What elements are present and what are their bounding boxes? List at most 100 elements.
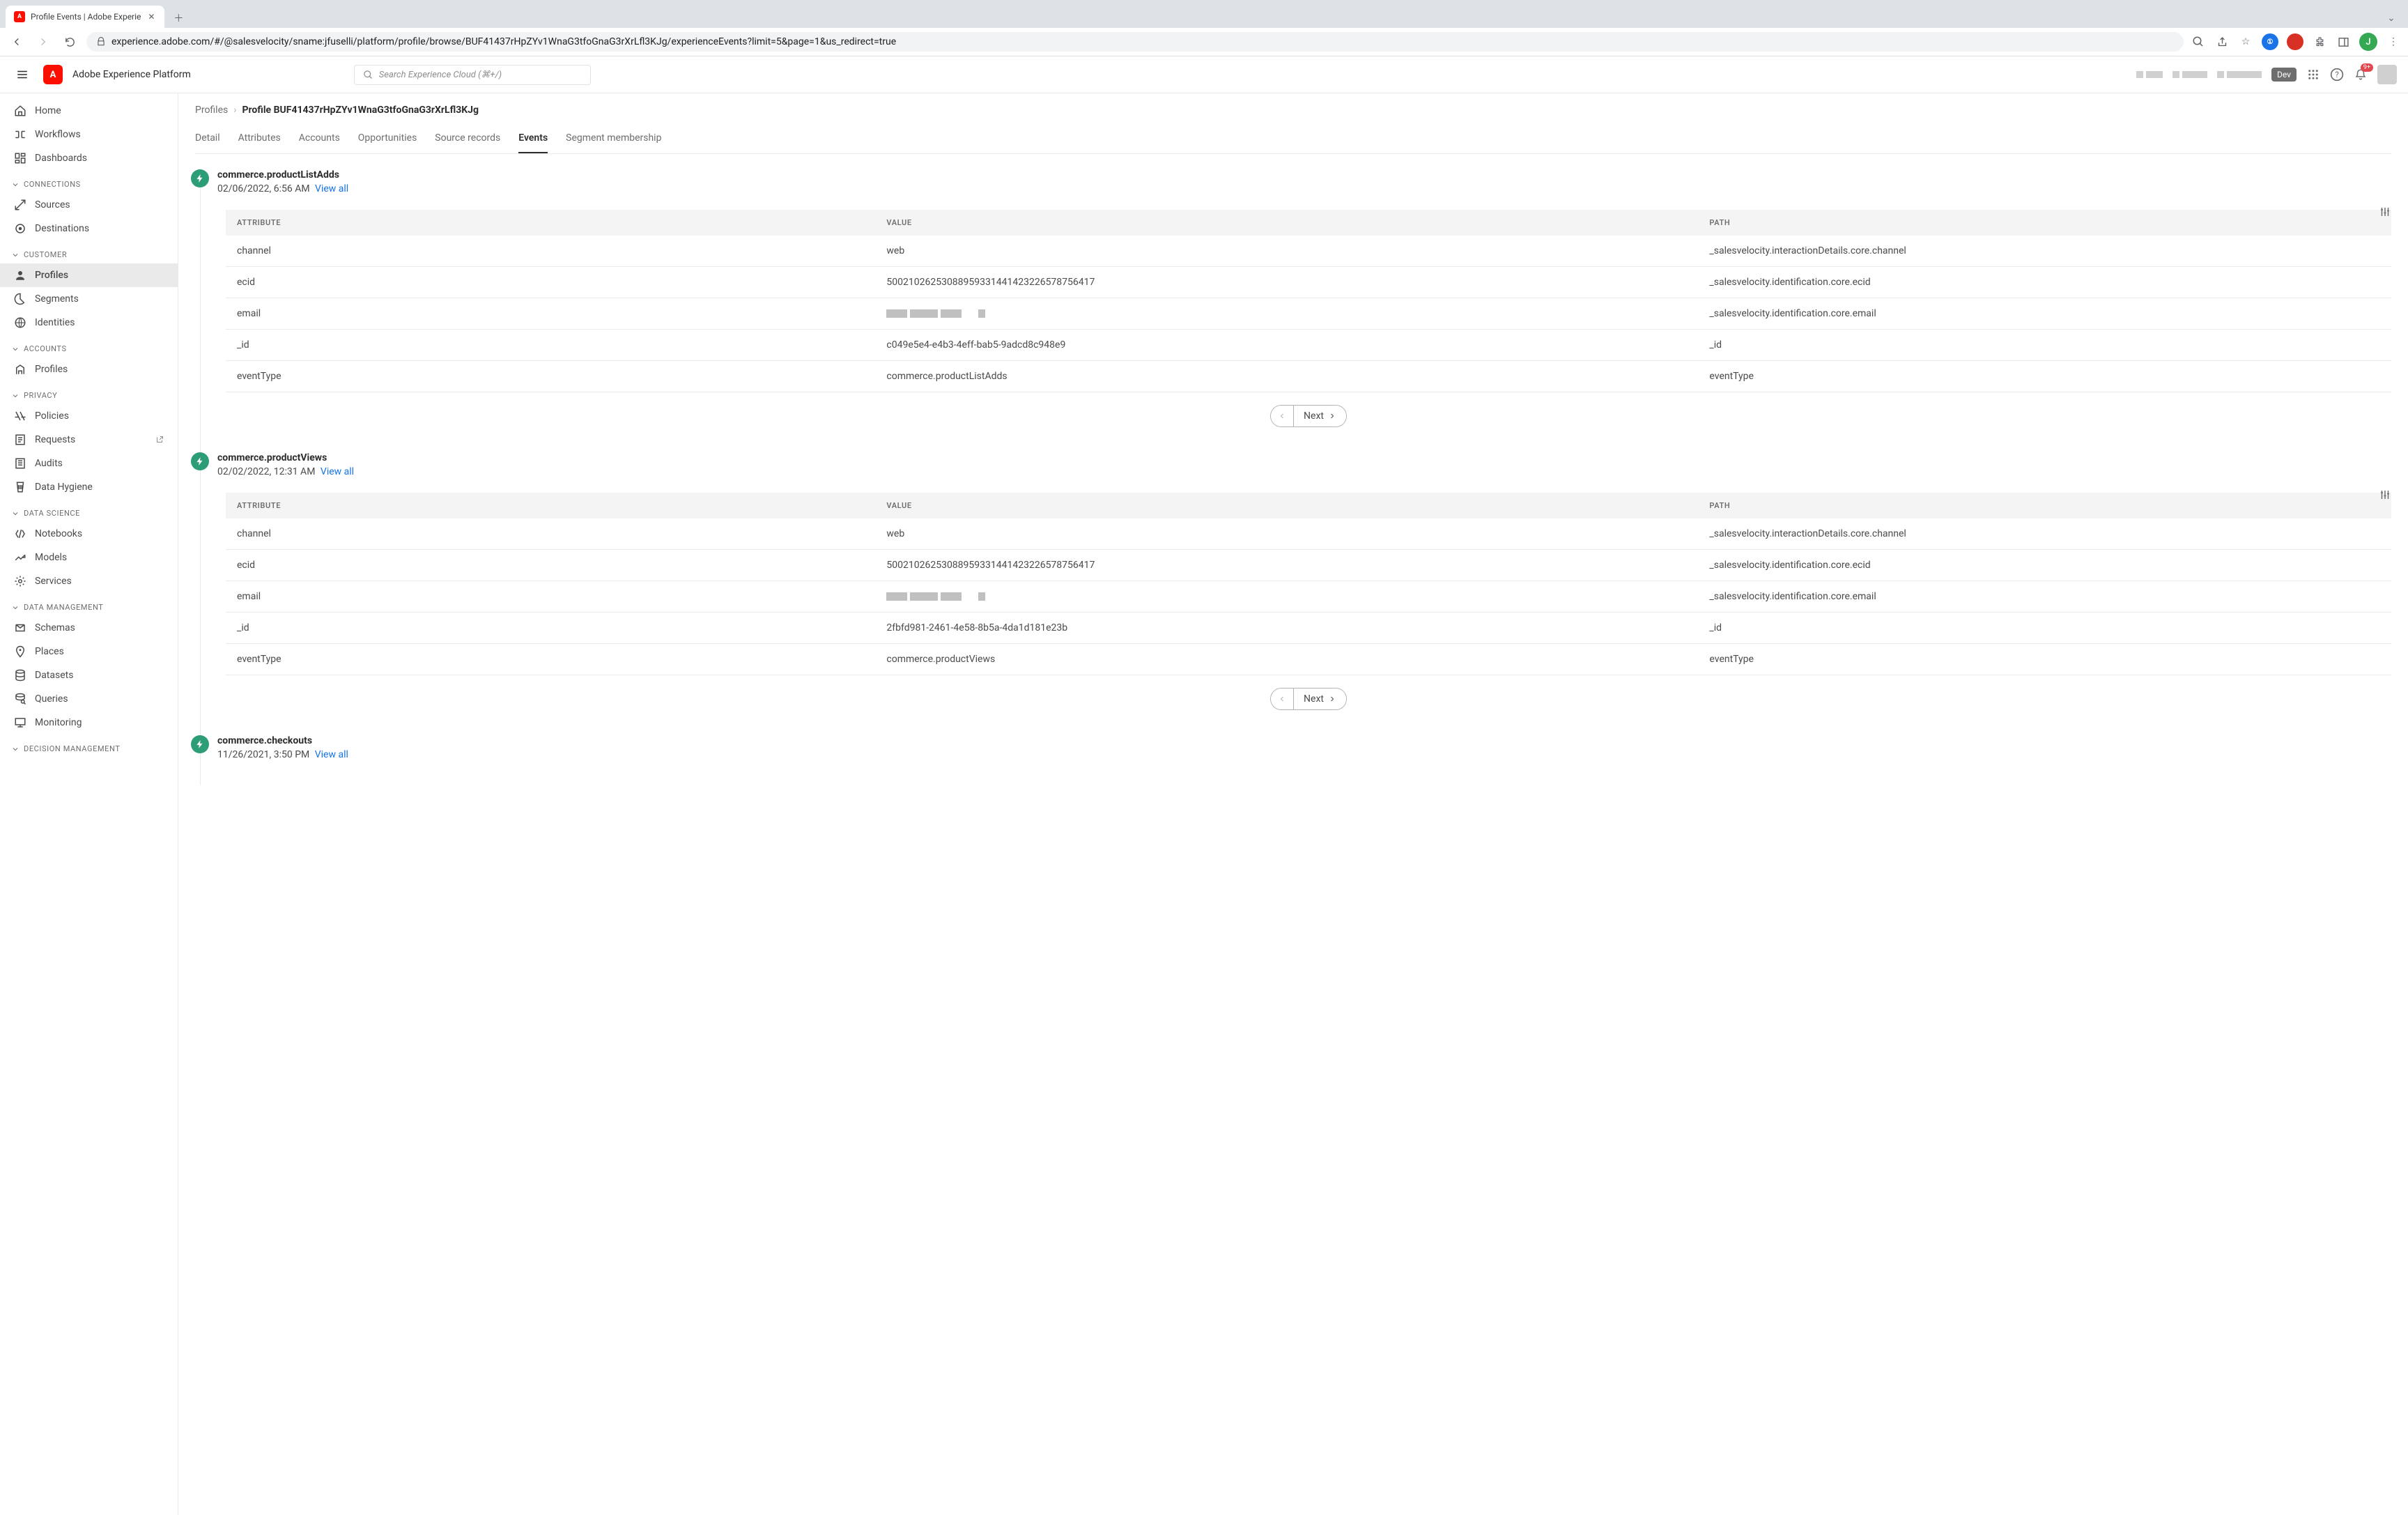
table-row: eventType commerce.productListAdds event… <box>226 361 2391 392</box>
cell-path: _id <box>1698 613 2391 644</box>
url-text: experience.adobe.com/#/@salesvelocity/sn… <box>111 36 896 47</box>
sidebar-item-identities[interactable]: Identities <box>0 311 178 334</box>
sidebar-item-label: Data Hygiene <box>35 482 93 493</box>
event-timestamp: 11/26/2021, 3:50 PM <box>217 749 309 760</box>
sidebar-item-segments[interactable]: Segments <box>0 287 178 311</box>
sidebar-item-home[interactable]: Home <box>0 99 178 123</box>
zoom-icon[interactable] <box>2191 34 2206 49</box>
sidebar-section-connections[interactable]: CONNECTIONS <box>0 170 178 193</box>
tab-attributes[interactable]: Attributes <box>238 127 281 153</box>
sidebar-item-services[interactable]: Services <box>0 569 178 593</box>
help-icon[interactable]: ? <box>2330 68 2344 82</box>
sidebar-item-schemas[interactable]: Schemas <box>0 616 178 640</box>
sidebar-item-workflows[interactable]: Workflows <box>0 123 178 146</box>
schemas-icon <box>14 622 26 634</box>
tab-segment-membership[interactable]: Segment membership <box>566 127 661 153</box>
sidebar-item-sources[interactable]: Sources <box>0 193 178 217</box>
sidebar-item-label: Destinations <box>35 223 89 234</box>
share-icon[interactable] <box>2214 34 2230 49</box>
extension-icon[interactable] <box>2287 33 2303 50</box>
apps-icon[interactable] <box>2306 68 2320 82</box>
notifications-icon[interactable]: 9+ <box>2354 68 2368 82</box>
tab-overflow-icon[interactable] <box>2380 11 2402 28</box>
tab-detail[interactable]: Detail <box>195 127 220 153</box>
next-label: Next <box>1304 693 1324 705</box>
prev-button[interactable] <box>1271 406 1294 426</box>
sidebar-item-data-hygiene[interactable]: Data Hygiene <box>0 475 178 499</box>
tab-accounts[interactable]: Accounts <box>299 127 340 153</box>
tab-favicon <box>14 11 25 22</box>
sidebar-item-audits[interactable]: Audits <box>0 452 178 475</box>
next-button[interactable]: Next <box>1294 406 1346 426</box>
home-icon <box>14 105 26 117</box>
sidebar-section-decision-management[interactable]: DECISION MANAGEMENT <box>0 735 178 758</box>
sidebar-item-profiles[interactable]: Profiles <box>0 357 178 381</box>
new-tab-button[interactable]: ＋ <box>169 8 188 28</box>
url-field[interactable]: experience.adobe.com/#/@salesvelocity/sn… <box>86 32 2184 52</box>
places-icon <box>14 645 26 658</box>
tab-source-records[interactable]: Source records <box>435 127 500 153</box>
sidebar-section-data-science[interactable]: DATA SCIENCE <box>0 499 178 522</box>
sidebar-item-queries[interactable]: Queries <box>0 687 178 711</box>
pagination: Next <box>226 688 2391 710</box>
chevron-down-icon <box>11 392 20 400</box>
breadcrumb-current: Profile BUF41437rHpZYv1WnaG3tfoGnaG3rXrL… <box>242 105 479 116</box>
sidebar-item-requests[interactable]: Requests <box>0 428 178 452</box>
tab-opportunities[interactable]: Opportunities <box>358 127 417 153</box>
sidebar-section-title: ACCOUNTS <box>24 344 67 353</box>
sidebar-item-datasets[interactable]: Datasets <box>0 663 178 687</box>
extension-icon[interactable]: ① <box>2262 33 2278 50</box>
side-panel-icon[interactable] <box>2336 34 2351 49</box>
extensions-icon[interactable] <box>2312 34 2327 49</box>
prev-button[interactable] <box>1271 689 1294 709</box>
destinations-icon <box>14 222 26 235</box>
view-all-link[interactable]: View all <box>315 749 348 760</box>
cell-path: eventType <box>1698 644 2391 675</box>
sidebar-item-places[interactable]: Places <box>0 640 178 663</box>
column-settings-icon[interactable] <box>2379 489 2391 501</box>
menu-icon[interactable]: ⋮ <box>2386 34 2401 49</box>
sidebar-item-label: Sources <box>35 199 70 210</box>
forward-button[interactable] <box>33 32 53 52</box>
sidebar-item-profiles[interactable]: Profiles <box>0 263 178 287</box>
close-tab-icon[interactable]: ✕ <box>146 12 156 22</box>
next-button[interactable]: Next <box>1294 689 1346 709</box>
view-all-link[interactable]: View all <box>315 183 348 194</box>
bookmark-icon[interactable]: ☆ <box>2238 34 2253 49</box>
sidebar-item-destinations[interactable]: Destinations <box>0 217 178 240</box>
identities-icon <box>14 316 26 329</box>
sidebar-item-models[interactable]: Models <box>0 546 178 569</box>
sidebar-section-customer[interactable]: CUSTOMER <box>0 240 178 263</box>
sidebar-item-dashboards[interactable]: Dashboards <box>0 146 178 170</box>
user-avatar[interactable] <box>2377 65 2397 84</box>
cell-path: _salesvelocity.identification.core.email <box>1698 581 2391 613</box>
profile-tabs: Detail Attributes Accounts Opportunities Sou… <box>195 127 2391 154</box>
sidebar-item-monitoring[interactable]: Monitoring <box>0 711 178 735</box>
sidebar-item-notebooks[interactable]: Notebooks <box>0 522 178 546</box>
breadcrumb-parent[interactable]: Profiles <box>195 105 228 116</box>
nav-toggle-button[interactable] <box>11 63 33 86</box>
reload-button[interactable] <box>60 32 79 52</box>
sidebar-item-label: Schemas <box>35 622 75 633</box>
view-all-link[interactable]: View all <box>321 466 354 477</box>
sidebar-item-label: Queries <box>35 693 68 705</box>
profile-avatar[interactable]: J <box>2359 33 2377 51</box>
lock-icon <box>96 37 106 47</box>
event-meta: 02/02/2022, 12:31 AM View all <box>217 466 2391 477</box>
tab-events[interactable]: Events <box>518 127 548 153</box>
chevron-right-icon: › <box>233 105 236 116</box>
browser-chrome: Profile Events | Adobe Experie ✕ ＋ exper… <box>0 0 2408 56</box>
sidebar-section-accounts[interactable]: ACCOUNTS <box>0 334 178 357</box>
back-button[interactable] <box>7 32 26 52</box>
search-input[interactable]: Search Experience Cloud (⌘+/) <box>354 65 591 85</box>
cell-attribute: channel <box>226 518 875 550</box>
cell-path: eventType <box>1698 361 2391 392</box>
sidebar-section-data-management[interactable]: DATA MANAGEMENT <box>0 593 178 616</box>
column-settings-icon[interactable] <box>2379 206 2391 218</box>
redacted-text <box>2217 71 2262 78</box>
sidebar-item-label: Notebooks <box>35 528 82 539</box>
sidebar-item-policies[interactable]: Policies <box>0 404 178 428</box>
browser-tab[interactable]: Profile Events | Adobe Experie ✕ <box>6 6 164 28</box>
dev-badge: Dev <box>2271 68 2297 82</box>
sidebar-section-privacy[interactable]: PRIVACY <box>0 381 178 404</box>
